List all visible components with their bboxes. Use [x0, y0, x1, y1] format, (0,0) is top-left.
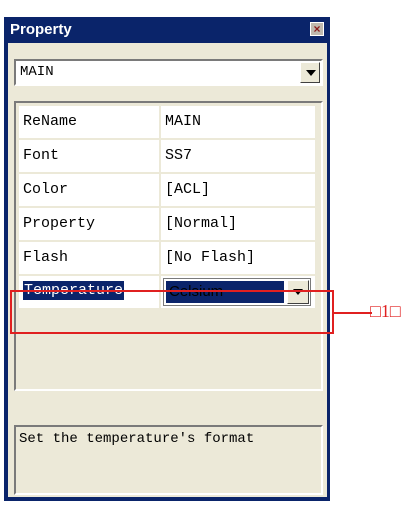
- callout-label: □1□: [370, 301, 401, 321]
- property-value-cell[interactable]: [ACL]: [161, 174, 315, 206]
- property-row[interactable]: Font SS7: [19, 140, 315, 173]
- property-window: Property × MAIN ReName MAIN Font SS7 Col…: [4, 17, 330, 501]
- property-name-cell: Color: [19, 174, 159, 206]
- window-title: Property: [10, 21, 72, 38]
- window-body: MAIN ReName MAIN Font SS7 Color [ACL] Pr…: [8, 43, 327, 497]
- description-text: Set the temperature's format: [19, 431, 255, 447]
- property-name-cell: Property: [19, 208, 159, 240]
- property-value-cell[interactable]: MAIN: [161, 106, 315, 138]
- object-selector[interactable]: MAIN: [14, 59, 323, 86]
- property-name-cell: ReName: [19, 106, 159, 138]
- property-row[interactable]: Flash [No Flash]: [19, 242, 315, 275]
- object-selector-value: MAIN: [20, 64, 54, 80]
- property-name-cell: Flash: [19, 242, 159, 274]
- property-row[interactable]: ReName MAIN: [19, 106, 315, 139]
- callout-box: [10, 290, 334, 334]
- property-name-cell: Font: [19, 140, 159, 172]
- property-row[interactable]: Color [ACL]: [19, 174, 315, 207]
- property-grid: ReName MAIN Font SS7 Color [ACL] Propert…: [14, 101, 323, 391]
- property-value-cell[interactable]: [No Flash]: [161, 242, 315, 274]
- title-bar[interactable]: Property ×: [4, 17, 330, 43]
- property-row[interactable]: Property [Normal]: [19, 208, 315, 241]
- callout-line: [334, 312, 372, 314]
- description-box: Set the temperature's format: [14, 425, 323, 495]
- property-value-cell[interactable]: SS7: [161, 140, 315, 172]
- property-value-cell[interactable]: [Normal]: [161, 208, 315, 240]
- chevron-down-icon[interactable]: [300, 62, 320, 83]
- close-icon[interactable]: ×: [310, 22, 324, 36]
